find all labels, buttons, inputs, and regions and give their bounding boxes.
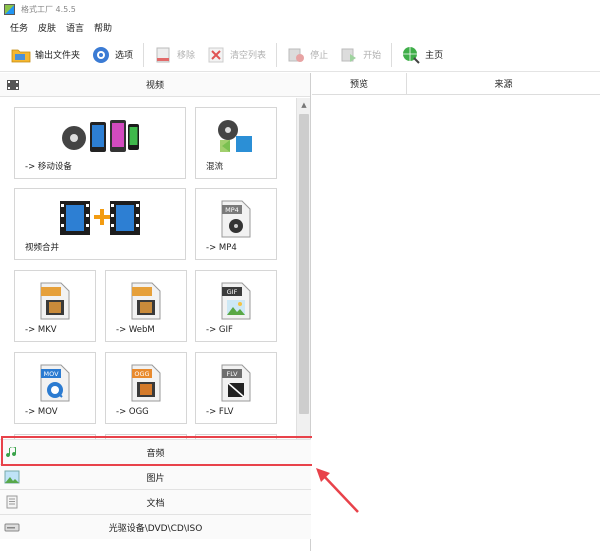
gear-icon (90, 44, 112, 66)
globe-search-icon (400, 44, 422, 66)
webm-file-icon (129, 281, 163, 321)
file-badge: OGG (134, 370, 149, 378)
tile-label: -> GIF (206, 325, 233, 335)
tile-label: -> WebM (116, 325, 155, 335)
tile-label: -> MKV (25, 325, 57, 335)
toolbar-divider (143, 42, 145, 67)
task-list-header: 预览 来源 (312, 73, 600, 95)
stop-icon (285, 44, 307, 66)
category-picture[interactable]: 图片 (0, 464, 311, 489)
clear-x-icon (205, 44, 227, 66)
output-folder-label: 输出文件夹 (35, 51, 81, 61)
window-title: 格式工厂 4.5.5 (21, 4, 76, 14)
tile-mobile-devices[interactable]: -> 移动设备 (14, 107, 186, 179)
home-label: 主页 (425, 51, 444, 61)
remove-button[interactable]: 移除 (148, 42, 199, 68)
start-label: 开始 (363, 51, 382, 61)
remove-icon (152, 44, 174, 66)
mp4-file-icon: MP4 (219, 199, 253, 239)
category-disc[interactable]: 光驱设备\DVD\CD\ISO (0, 514, 311, 539)
tile-label: -> 移动设备 (25, 162, 72, 172)
start-button[interactable]: 开始 (334, 42, 385, 68)
scroll-up-icon[interactable]: ▲ (297, 98, 311, 112)
tile-mov[interactable]: MOV -> MOV (14, 352, 96, 424)
category-audio[interactable]: 音频 (0, 439, 311, 464)
tile-label: -> MOV (25, 407, 58, 417)
arrow-annotation (316, 468, 359, 513)
flv-file-icon: FLV (219, 363, 253, 403)
file-badge: GIF (227, 288, 238, 296)
ogg-file-icon: OGG (129, 363, 163, 403)
menu-skin[interactable]: 皮肤 (38, 21, 56, 34)
column-preview[interactable]: 预览 (312, 73, 407, 94)
tile-label: -> OGG (116, 407, 149, 417)
video-section-label: 视频 (145, 81, 164, 91)
clear-list-button[interactable]: 清空列表 (201, 42, 270, 68)
start-icon (338, 44, 360, 66)
column-source[interactable]: 来源 (407, 73, 600, 94)
category-label: 光驱设备\DVD\CD\ISO (108, 523, 203, 534)
tile-mkv[interactable]: -> MKV (14, 270, 96, 342)
toolbar: 输出文件夹 选项 移除 清空列表 停止 开始 主页 (0, 38, 600, 72)
tile-video-join[interactable]: 视频合并 (14, 188, 186, 260)
options-button[interactable]: 选项 (86, 42, 137, 68)
category-document[interactable]: 文档 (0, 489, 311, 514)
file-badge: MP4 (225, 206, 239, 214)
toolbar-divider (391, 42, 393, 67)
stop-label: 停止 (310, 51, 329, 61)
tile-label: -> MP4 (206, 243, 237, 253)
tile-mux[interactable]: 混流 (195, 107, 277, 179)
home-button[interactable]: 主页 (396, 42, 447, 68)
category-label: 音频 (146, 448, 165, 459)
tile-gif[interactable]: GIF -> GIF (195, 270, 277, 342)
remove-label: 移除 (177, 51, 196, 61)
toolbar-divider (276, 42, 278, 67)
stop-button[interactable]: 停止 (281, 42, 332, 68)
menu-task[interactable]: 任务 (10, 21, 28, 34)
category-label: 文档 (146, 498, 165, 509)
gif-file-icon: GIF (219, 281, 253, 321)
scroll-thumb[interactable] (299, 114, 309, 414)
menu-bar: 任务 皮肤 语言 帮助 (0, 19, 122, 35)
tile-label: 视频合并 (25, 243, 60, 253)
tile-webm[interactable]: -> WebM (105, 270, 187, 342)
category-panel: 视频 -> 移动设备 混流 视频合并 MP4 -> MP4 -> MKV -> … (0, 73, 311, 551)
file-badge: FLV (226, 370, 238, 378)
tile-mp4[interactable]: MP4 -> MP4 (195, 188, 277, 260)
mkv-file-icon (38, 281, 72, 321)
tile-label: 混流 (206, 162, 224, 172)
video-join-icon (58, 199, 142, 237)
clear-list-label: 清空列表 (230, 51, 267, 61)
file-badge: MOV (43, 370, 59, 378)
mobile-devices-icon (60, 116, 140, 160)
tile-ogg[interactable]: OGG -> OGG (105, 352, 187, 424)
category-label: 图片 (146, 473, 165, 484)
tile-flv[interactable]: FLV -> FLV (195, 352, 277, 424)
title-bar: 格式工厂 4.5.5 (0, 0, 600, 18)
app-logo-icon (4, 3, 15, 15)
video-section-header[interactable]: 视频 (0, 73, 310, 97)
mux-icon (216, 118, 256, 158)
menu-help[interactable]: 帮助 (94, 21, 112, 34)
options-label: 选项 (115, 51, 134, 61)
tile-label: -> FLV (206, 407, 234, 417)
output-folder-button[interactable]: 输出文件夹 (6, 42, 84, 68)
mov-file-icon: MOV (38, 363, 72, 403)
menu-language[interactable]: 语言 (66, 21, 84, 34)
folder-icon (10, 44, 32, 66)
